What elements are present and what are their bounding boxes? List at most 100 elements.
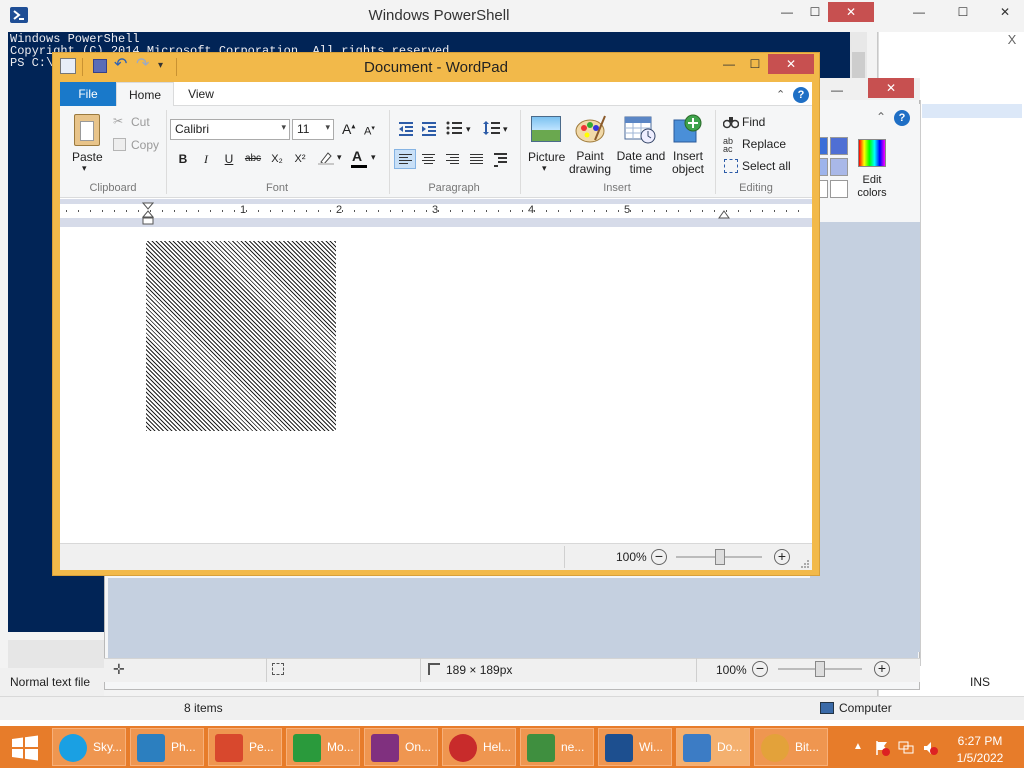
shrink-font-icon[interactable]: A▾ xyxy=(364,124,375,138)
insert-object-button[interactable]: Insert object xyxy=(664,150,712,176)
decrease-indent-icon[interactable] xyxy=(397,120,415,136)
taskbar-item-notepad[interactable]: ne... xyxy=(520,728,594,766)
wordpad-zoom-in-icon[interactable]: + xyxy=(774,549,790,565)
taskbar-item-skype[interactable]: Sky... xyxy=(52,728,126,766)
collapse-ribbon-icon[interactable]: ⌃ xyxy=(776,88,788,101)
powershell-maximize-button[interactable]: ☐ xyxy=(800,2,830,22)
show-hidden-icons-icon[interactable]: ▲ xyxy=(853,741,863,752)
paint-zoom-slider-thumb[interactable] xyxy=(815,661,825,677)
bullets-icon[interactable] xyxy=(445,120,463,136)
copy-button[interactable]: Copy xyxy=(131,138,159,152)
insert-object-icon[interactable] xyxy=(673,114,703,144)
clock-time[interactable]: 6:27 PM xyxy=(944,734,1016,748)
highlight-dropdown-icon[interactable]: ▾ xyxy=(337,152,342,163)
superscript-button[interactable]: X² xyxy=(289,149,311,169)
paste-icon[interactable] xyxy=(74,114,100,146)
taskbar-item-photos[interactable]: Ph... xyxy=(130,728,204,766)
edit-colors-label[interactable]: Edit colors xyxy=(850,174,894,200)
clock-date[interactable]: 1/5/2022 xyxy=(944,751,1016,765)
line-spacing-icon[interactable] xyxy=(483,120,501,136)
right-indent-marker[interactable] xyxy=(718,209,730,219)
taskbar-item-onenote[interactable]: On... xyxy=(364,728,438,766)
ruler-tick xyxy=(414,210,415,212)
select-all-icon[interactable] xyxy=(724,159,738,173)
justify-button[interactable] xyxy=(466,149,488,169)
tab-file[interactable]: File xyxy=(60,82,116,106)
italic-button[interactable]: I xyxy=(195,149,217,169)
normal-text-file-label: Normal text file xyxy=(10,675,91,689)
font-color-button[interactable]: A xyxy=(352,148,362,164)
insert-paint-drawing-button[interactable]: Paint drawing xyxy=(565,150,615,176)
date-time-icon[interactable] xyxy=(624,114,656,144)
powershell-hscroll[interactable] xyxy=(8,640,104,668)
help-icon[interactable]: ? xyxy=(793,87,809,103)
paint-close-button[interactable]: ✕ xyxy=(868,78,914,98)
picture-icon[interactable] xyxy=(531,116,561,142)
paint-collapse-ribbon-icon[interactable]: ⌃ xyxy=(876,110,890,124)
powershell-minimize-button[interactable]: — xyxy=(772,2,802,22)
taskbar-item-help[interactable]: Hel... xyxy=(442,728,516,766)
font-color-dropdown-icon[interactable]: ▾ xyxy=(371,152,376,163)
right-window-close-button[interactable]: ✕ xyxy=(990,2,1020,22)
taskbar-item-powershell[interactable]: Wi... xyxy=(598,728,672,766)
increase-indent-icon[interactable] xyxy=(420,120,438,136)
insert-date-time-button[interactable]: Date and time xyxy=(614,150,668,176)
paint-minimize-button[interactable]: — xyxy=(822,80,852,100)
line-spacing-dropdown-icon[interactable]: ▾ xyxy=(503,124,508,135)
start-windows-icon[interactable] xyxy=(11,735,39,761)
color-swatch[interactable] xyxy=(830,158,848,176)
font-size-dropdown-icon: ▾ xyxy=(325,122,330,132)
paint-zoom-out-icon[interactable]: − xyxy=(752,661,768,677)
replace-button[interactable]: Replace xyxy=(742,137,786,151)
inserted-hatched-image[interactable] xyxy=(146,241,336,431)
paste-button[interactable]: Paste xyxy=(72,150,103,164)
color-swatch[interactable] xyxy=(830,137,848,155)
cut-button[interactable]: Cut xyxy=(131,115,150,129)
paste-dropdown-icon[interactable]: ▾ xyxy=(82,163,87,174)
tab-home[interactable]: Home xyxy=(116,82,174,107)
align-right-button[interactable] xyxy=(442,149,464,169)
volume-muted-icon[interactable] xyxy=(922,740,938,756)
resize-grip-icon[interactable] xyxy=(800,558,810,568)
find-icon[interactable] xyxy=(722,115,740,129)
powershell-close-button[interactable]: ✕ xyxy=(828,2,874,22)
wordpad-maximize-button[interactable]: ☐ xyxy=(740,54,770,74)
right-window-minimize-button[interactable]: — xyxy=(904,2,934,22)
color-swatch[interactable] xyxy=(830,180,848,198)
wordpad-zoom-slider-thumb[interactable] xyxy=(715,549,725,565)
wordpad-zoom-out-icon[interactable]: − xyxy=(651,549,667,565)
taskbar-item-money[interactable]: Mo... xyxy=(286,728,360,766)
bullets-dropdown-icon[interactable]: ▾ xyxy=(466,124,471,135)
find-button[interactable]: Find xyxy=(742,115,765,129)
paint-help-icon[interactable]: ? xyxy=(894,110,910,126)
action-center-icon[interactable] xyxy=(874,740,890,756)
align-center-button[interactable] xyxy=(418,149,440,169)
right-window-maximize-button[interactable]: ☐ xyxy=(948,2,978,22)
wordpad-close-button[interactable]: ✕ xyxy=(768,54,814,74)
strikethrough-button[interactable]: abc xyxy=(242,149,264,169)
network-icon[interactable] xyxy=(898,740,914,756)
bold-button[interactable]: B xyxy=(172,149,194,169)
picture-dropdown-icon[interactable]: ▾ xyxy=(542,163,547,174)
ruler-tick xyxy=(762,210,763,212)
taskbar-item-wordpad[interactable]: Do... xyxy=(676,728,750,766)
replace-icon[interactable]: ab ac xyxy=(723,137,739,154)
align-left-button[interactable] xyxy=(394,149,416,169)
select-all-button[interactable]: Select all xyxy=(742,159,791,173)
grow-font-icon[interactable]: A▴ xyxy=(342,121,355,137)
subscript-button[interactable]: X₂ xyxy=(266,149,288,169)
paint-zoom-in-icon[interactable]: + xyxy=(874,661,890,677)
left-indent-marker[interactable] xyxy=(141,202,155,226)
paragraph-settings-icon[interactable] xyxy=(492,150,510,168)
font-family-select[interactable]: Calibri ▾ xyxy=(170,119,290,140)
insert-picture-button[interactable]: Picture xyxy=(528,150,565,164)
paint-drawing-icon[interactable] xyxy=(575,114,607,144)
right-window-selected-row[interactable] xyxy=(922,104,1022,118)
font-size-select[interactable]: 11 ▾ xyxy=(292,119,334,140)
tab-view[interactable]: View xyxy=(176,82,226,106)
taskbar-item-paint[interactable]: Bit... xyxy=(754,728,828,766)
right-window-dismiss-button[interactable]: X xyxy=(1000,32,1024,48)
underline-button[interactable]: U xyxy=(218,149,240,169)
taskbar-item-people[interactable]: Pe... xyxy=(208,728,282,766)
highlight-icon[interactable] xyxy=(318,151,334,165)
